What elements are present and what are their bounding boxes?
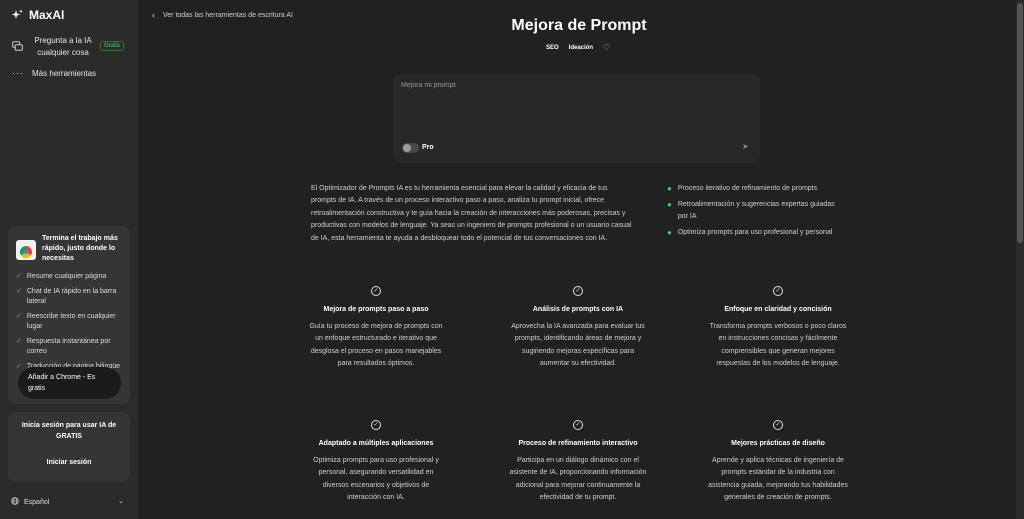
list-item: ✓ Chat de IA rápido en la barra lateral (16, 287, 122, 307)
check-circle-icon: ● (667, 200, 672, 209)
add-to-chrome-button[interactable]: Añadir a Chrome - Es gratis (18, 367, 121, 399)
check-circle-icon: ✓ (573, 286, 583, 296)
feature-title: Mejora de prompts paso a paso (323, 306, 429, 313)
feature-text: Guía tu proceso de mejora de prompts con… (309, 323, 443, 368)
feature-title: Enfoque en claridad y concisión (724, 306, 832, 313)
feature-card: ✓ Enfoque en claridad y concisión Transf… (708, 286, 848, 371)
tag-ideation[interactable]: Ideación (569, 45, 593, 51)
sidebar: MaxAI Pregunta a la IA cualquier cosa Gr… (0, 0, 138, 519)
check-circle-icon: ✓ (16, 363, 22, 370)
page-title: Mejora de Prompt (511, 17, 647, 34)
feature-text: Participa en un diálogo dinámico con el … (509, 457, 647, 502)
list-item: ✓ Resume cualquier página (16, 272, 122, 282)
chrome-promo-card: Termina el trabajo más rápido, justo don… (8, 226, 130, 404)
sidebar-item-ask-ai[interactable]: Pregunta a la IA cualquier cosa Gratis (12, 35, 134, 59)
chrome-extension-thumbnail (16, 240, 36, 260)
check-circle-icon: ✓ (371, 420, 381, 430)
tag-seo[interactable]: SEO (546, 45, 559, 51)
feature-title: Adaptado a múltiples aplicaciones (318, 440, 434, 447)
signin-card: Inicia sesión para usar IA de GRATIS Ini… (8, 412, 130, 482)
send-icon[interactable]: ➤ (742, 142, 749, 151)
benefit-list: ● Proceso iterativo de refinamiento de pr… (667, 183, 842, 243)
check-circle-icon: ✓ (573, 420, 583, 430)
feature-text: Optimiza prompts para uso profesional y … (313, 457, 439, 502)
free-badge: Gratis (100, 41, 125, 51)
scrollbar-thumb[interactable] (1017, 3, 1023, 243)
check-circle-icon: ● (667, 184, 672, 193)
signin-button[interactable]: Iniciar sesión (8, 459, 130, 466)
check-circle-icon: ✓ (773, 286, 783, 296)
signin-text: Inicia sesión para usar IA de GRATIS (21, 422, 117, 440)
feature-text: Respuesta instantánea por correo (26, 338, 111, 355)
list-item: ● Proceso iterativo de refinamiento de pr… (667, 183, 842, 195)
feature-card: ✓ Mejora de prompts paso a paso Guía tu … (306, 286, 446, 371)
promo-feature-list: ✓ Resume cualquier página ✓ Chat de IA ráp… (8, 264, 130, 372)
tag-list: SEO Ideación ♡ (546, 43, 610, 52)
benefit-text: Proceso iterativo de refinamiento de pro… (677, 185, 818, 192)
benefit-text: Retroalimentación y sugerencias expertas… (677, 201, 835, 220)
check-circle-icon: ✓ (371, 286, 381, 296)
prompt-input-box[interactable]: Mejora mi prompt Pro ➤ (393, 74, 760, 163)
feature-text: Reescribe texto en cualquier lugar (26, 313, 116, 330)
feature-card: ✓ Adaptado a múltiples aplicaciones Opti… (306, 420, 446, 505)
benefit-text: Optimiza prompts para uso profesional y … (677, 229, 833, 236)
feature-card: ✓ Análisis de prompts con IA Aprovecha l… (508, 286, 648, 371)
check-circle-icon: ● (667, 228, 672, 237)
check-circle-icon: ✓ (16, 313, 22, 320)
check-circle-icon: ✓ (773, 420, 783, 430)
list-item: ✓ Respuesta instantánea por correo (16, 337, 122, 357)
feature-text: Aprende y aplica técnicas de ingeniería … (708, 457, 848, 502)
feature-text: Chat de IA rápido en la barra lateral (26, 288, 117, 305)
feature-text: Aprovecha la IA avanzada para evaluar tu… (511, 323, 645, 368)
check-circle-icon: ✓ (16, 338, 22, 345)
list-item: ✓ Reescribe texto en cualquier lugar (16, 312, 122, 332)
more-dots-icon: ··· (12, 68, 24, 78)
chat-icon (12, 39, 24, 51)
feature-text: Transforma prompts verbosos o poco claro… (709, 323, 847, 368)
prompt-placeholder: Mejora mi prompt (401, 82, 456, 89)
list-item: ● Optimiza prompts para uso profesional y… (667, 227, 842, 239)
heart-icon[interactable]: ♡ (603, 43, 610, 52)
globe-icon (11, 497, 19, 507)
feature-text: Resume cualquier página (26, 273, 107, 280)
feature-title: Análisis de prompts con IA (532, 306, 624, 313)
tool-description: El Optimizador de Prompts IA es tu herra… (311, 185, 632, 242)
feature-title: Mejores prácticas de diseño (731, 440, 825, 447)
feature-card: ✓ Proceso de refinamiento interactivo Pa… (508, 420, 648, 505)
check-circle-icon: ✓ (16, 273, 22, 280)
list-item: ● Retroalimentación y sugerencias experta… (667, 199, 842, 223)
chevron-down-icon[interactable]: ⌄ (118, 497, 124, 505)
sidebar-item-label: Pregunta a la IA cualquier cosa (34, 36, 92, 57)
feature-card: ✓ Mejores prácticas de diseño Aprende y … (708, 420, 848, 505)
check-circle-icon: ✓ (16, 288, 22, 295)
language-label: Español (24, 498, 50, 506)
sidebar-item-label: Más herramientas (32, 68, 97, 78)
pro-label: Pro (422, 144, 434, 151)
promo-title: Termina el trabajo más rápido, justo don… (42, 235, 118, 262)
sidebar-item-more-tools[interactable]: ··· Más herramientas (12, 68, 96, 78)
pro-toggle[interactable] (402, 143, 419, 153)
feature-title: Proceso de refinamiento interactivo (518, 440, 638, 447)
language-selector[interactable]: Español (11, 497, 49, 507)
